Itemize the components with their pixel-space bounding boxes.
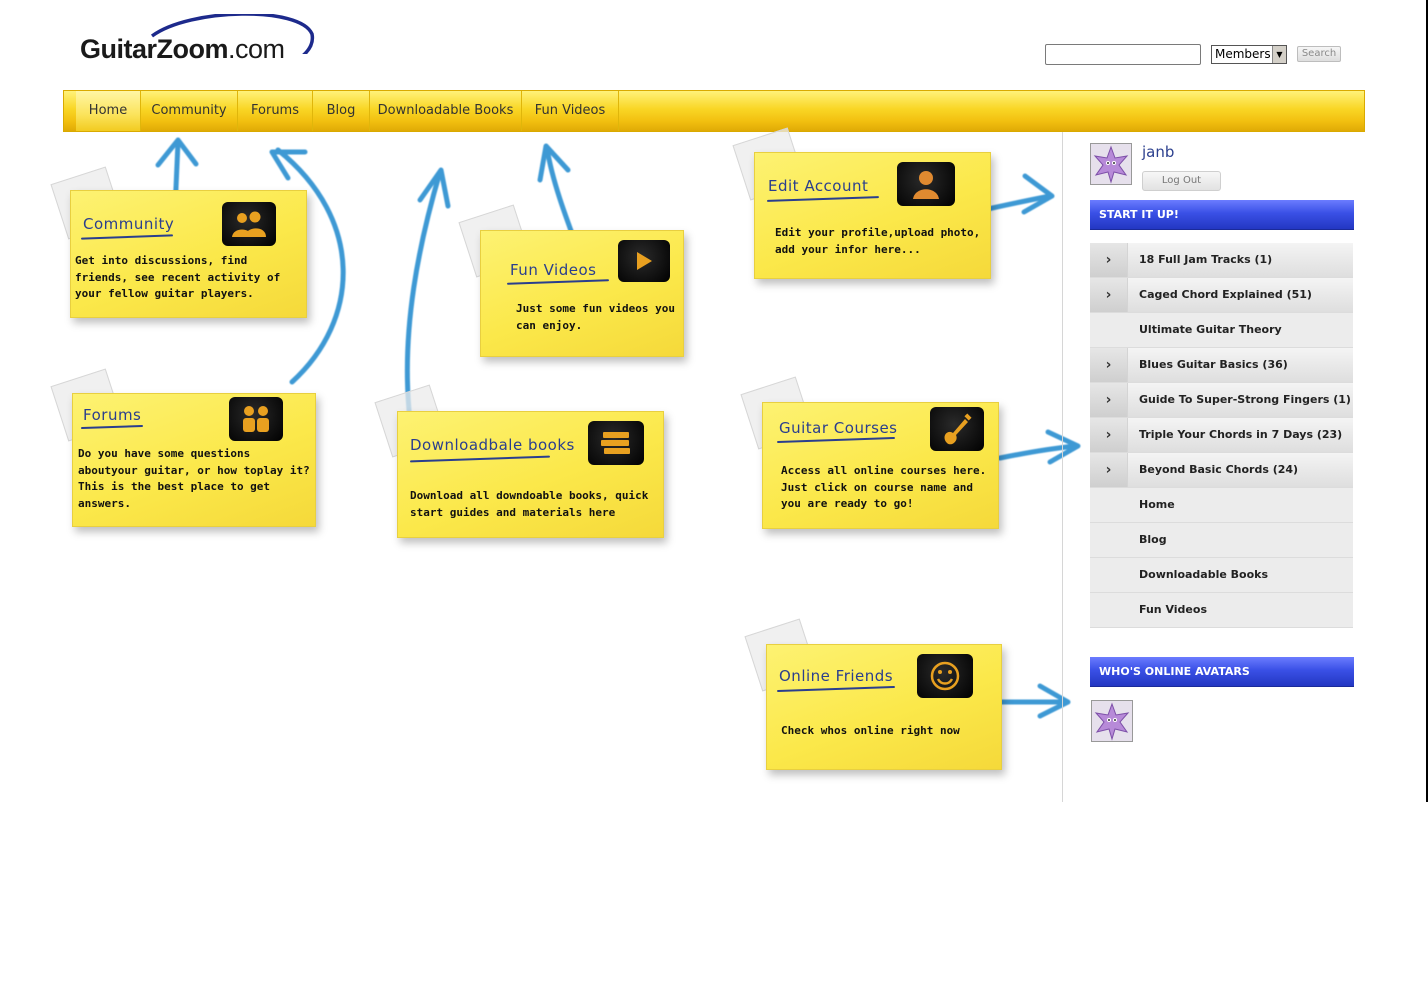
note-edit-text: Edit your profile,upload photo, add your… [775, 226, 981, 256]
search-scope-select[interactable]: Members ▼ [1211, 45, 1287, 64]
note-online-friends[interactable]: Online Friends Check whos online right n… [766, 644, 1002, 770]
note-forums[interactable]: Forums Do you have some questions abouty… [72, 393, 316, 527]
online-user-avatar[interactable] [1091, 700, 1133, 742]
note-online-title: Online Friends [779, 667, 894, 685]
page: GuitarZoom.com Members ▼ Search Home Com… [0, 0, 1428, 982]
note-underline [80, 234, 174, 240]
note-online-text: Check whos online right now [781, 724, 960, 737]
users-icon [222, 202, 276, 246]
note-community[interactable]: Community Get into discussions, find fri… [70, 190, 307, 318]
note-books-title: Downloadbale books [410, 436, 575, 454]
logo-domain-text: .com [228, 34, 285, 64]
site-logo[interactable]: GuitarZoom.com [80, 14, 320, 70]
sidebar-item-label: Home [1139, 498, 1175, 511]
note-underline [506, 279, 610, 285]
sidebar-item-label: 18 Full Jam Tracks (1) [1139, 253, 1273, 266]
sidebar-item-home[interactable]: Home [1090, 488, 1353, 523]
chevron-right-icon[interactable]: › [1090, 453, 1128, 487]
guitar-icon [930, 407, 984, 451]
search-button[interactable]: Search [1297, 46, 1341, 62]
note-fun-videos[interactable]: Fun Videos Just some fun videos you can … [480, 230, 684, 357]
sidebar-item-label: Guide To Super-Strong Fingers (1) [1139, 393, 1351, 406]
chevron-right-icon[interactable]: › [1090, 278, 1128, 312]
chevron-right-icon[interactable]: › [1090, 418, 1128, 452]
nav-home[interactable]: Home [76, 91, 141, 131]
sidebar-item-beyond-chords[interactable]: › Beyond Basic Chords (24) [1090, 453, 1353, 488]
sidebar-item-label: Fun Videos [1139, 603, 1207, 616]
books-icon [588, 421, 644, 465]
user-avatar[interactable] [1090, 143, 1132, 185]
sidebar-menu: › 18 Full Jam Tracks (1) › Caged Chord E… [1090, 243, 1353, 628]
sidebar-item-ultimate-theory[interactable]: Ultimate Guitar Theory [1090, 313, 1353, 348]
note-underline [410, 455, 550, 463]
sidebar-item-label: Beyond Basic Chords (24) [1139, 463, 1299, 476]
note-underline [80, 424, 144, 430]
chevron-right-icon[interactable]: › [1090, 243, 1128, 277]
sidebar-item-label: Caged Chord Explained (51) [1139, 288, 1312, 301]
note-downloadable-books[interactable]: Downloadbale books Download all downdoab… [397, 411, 664, 538]
arrow-courses [997, 443, 1079, 461]
chevron-right-icon[interactable]: › [1090, 348, 1128, 382]
note-courses-title: Guitar Courses [779, 419, 898, 437]
sidebar-item-blog[interactable]: Blog [1090, 523, 1353, 558]
sidebar-item-downloadable-books[interactable]: Downloadable Books [1090, 558, 1353, 593]
sidebar-item-label: Triple Your Chords in 7 Days (23) [1139, 428, 1343, 441]
sidebar-item-label: Downloadable Books [1139, 568, 1269, 581]
main-nav: Home Community Forums Blog Downloadable … [63, 90, 1365, 132]
search-input[interactable] [1045, 44, 1201, 65]
play-icon [618, 240, 670, 282]
sidebar-item-label: Blues Guitar Basics (36) [1139, 358, 1288, 371]
note-community-text: Get into discussions, find friends, see … [75, 254, 281, 300]
note-underline [766, 196, 880, 202]
note-community-title: Community [83, 215, 175, 233]
sidebar-item-label: Ultimate Guitar Theory [1139, 323, 1282, 336]
sidebar-item-triple-chords[interactable]: › Triple Your Chords in 7 Days (23) [1090, 418, 1353, 453]
avatar-star-icon [1092, 701, 1132, 741]
sidebar-item-jam-tracks[interactable]: › 18 Full Jam Tracks (1) [1090, 243, 1353, 278]
whos-online-header: WHO'S ONLINE AVATARS [1090, 657, 1354, 687]
smiley-icon [917, 654, 973, 698]
sidebar-item-strong-fingers[interactable]: › Guide To Super-Strong Fingers (1) [1090, 383, 1353, 418]
discussion-icon [229, 397, 283, 441]
nav-forums[interactable]: Forums [238, 91, 313, 131]
sidebar-item-fun-videos[interactable]: Fun Videos [1090, 593, 1353, 628]
sidebar-item-caged-chord[interactable]: › Caged Chord Explained (51) [1090, 278, 1353, 313]
start-it-up-header: START IT UP! [1090, 200, 1354, 230]
note-edit-account[interactable]: Edit Account Edit your profile,upload ph… [754, 152, 991, 279]
sidebar-item-label: Blog [1139, 533, 1167, 546]
note-courses-text: Access all online courses here. Just cli… [781, 464, 987, 510]
arrow-books [404, 169, 443, 423]
note-edit-title: Edit Account [768, 177, 869, 195]
note-forums-text: Do you have some questions aboutyour gui… [78, 447, 310, 510]
note-forums-title: Forums [83, 406, 142, 424]
note-fun-videos-text: Just some fun videos you can enjoy. [516, 302, 675, 332]
logo-bold-text: GuitarZoom [80, 34, 229, 64]
search-scope-value: Members [1215, 47, 1271, 61]
logo-text: GuitarZoom.com [80, 34, 285, 65]
nav-blog[interactable]: Blog [313, 91, 370, 131]
nav-fun-videos[interactable]: Fun Videos [522, 91, 619, 131]
nav-downloadable-books[interactable]: Downloadable Books [370, 91, 522, 131]
note-underline [777, 685, 895, 693]
note-guitar-courses[interactable]: Guitar Courses Access all online courses… [762, 402, 999, 529]
note-fun-videos-title: Fun Videos [510, 261, 597, 279]
note-underline [777, 436, 895, 444]
note-books-text: Download all downdoable books, quick sta… [410, 489, 649, 519]
nav-community[interactable]: Community [141, 91, 238, 131]
dropdown-arrow-icon[interactable]: ▼ [1272, 46, 1286, 63]
avatar-star-icon [1091, 144, 1131, 184]
sidebar-item-blues-basics[interactable]: › Blues Guitar Basics (36) [1090, 348, 1353, 383]
profile-icon [897, 162, 955, 206]
username-link[interactable]: janb [1142, 143, 1174, 161]
logout-button[interactable]: Log Out [1142, 171, 1221, 191]
chevron-right-icon[interactable]: › [1090, 383, 1128, 417]
content-divider [1062, 132, 1063, 802]
